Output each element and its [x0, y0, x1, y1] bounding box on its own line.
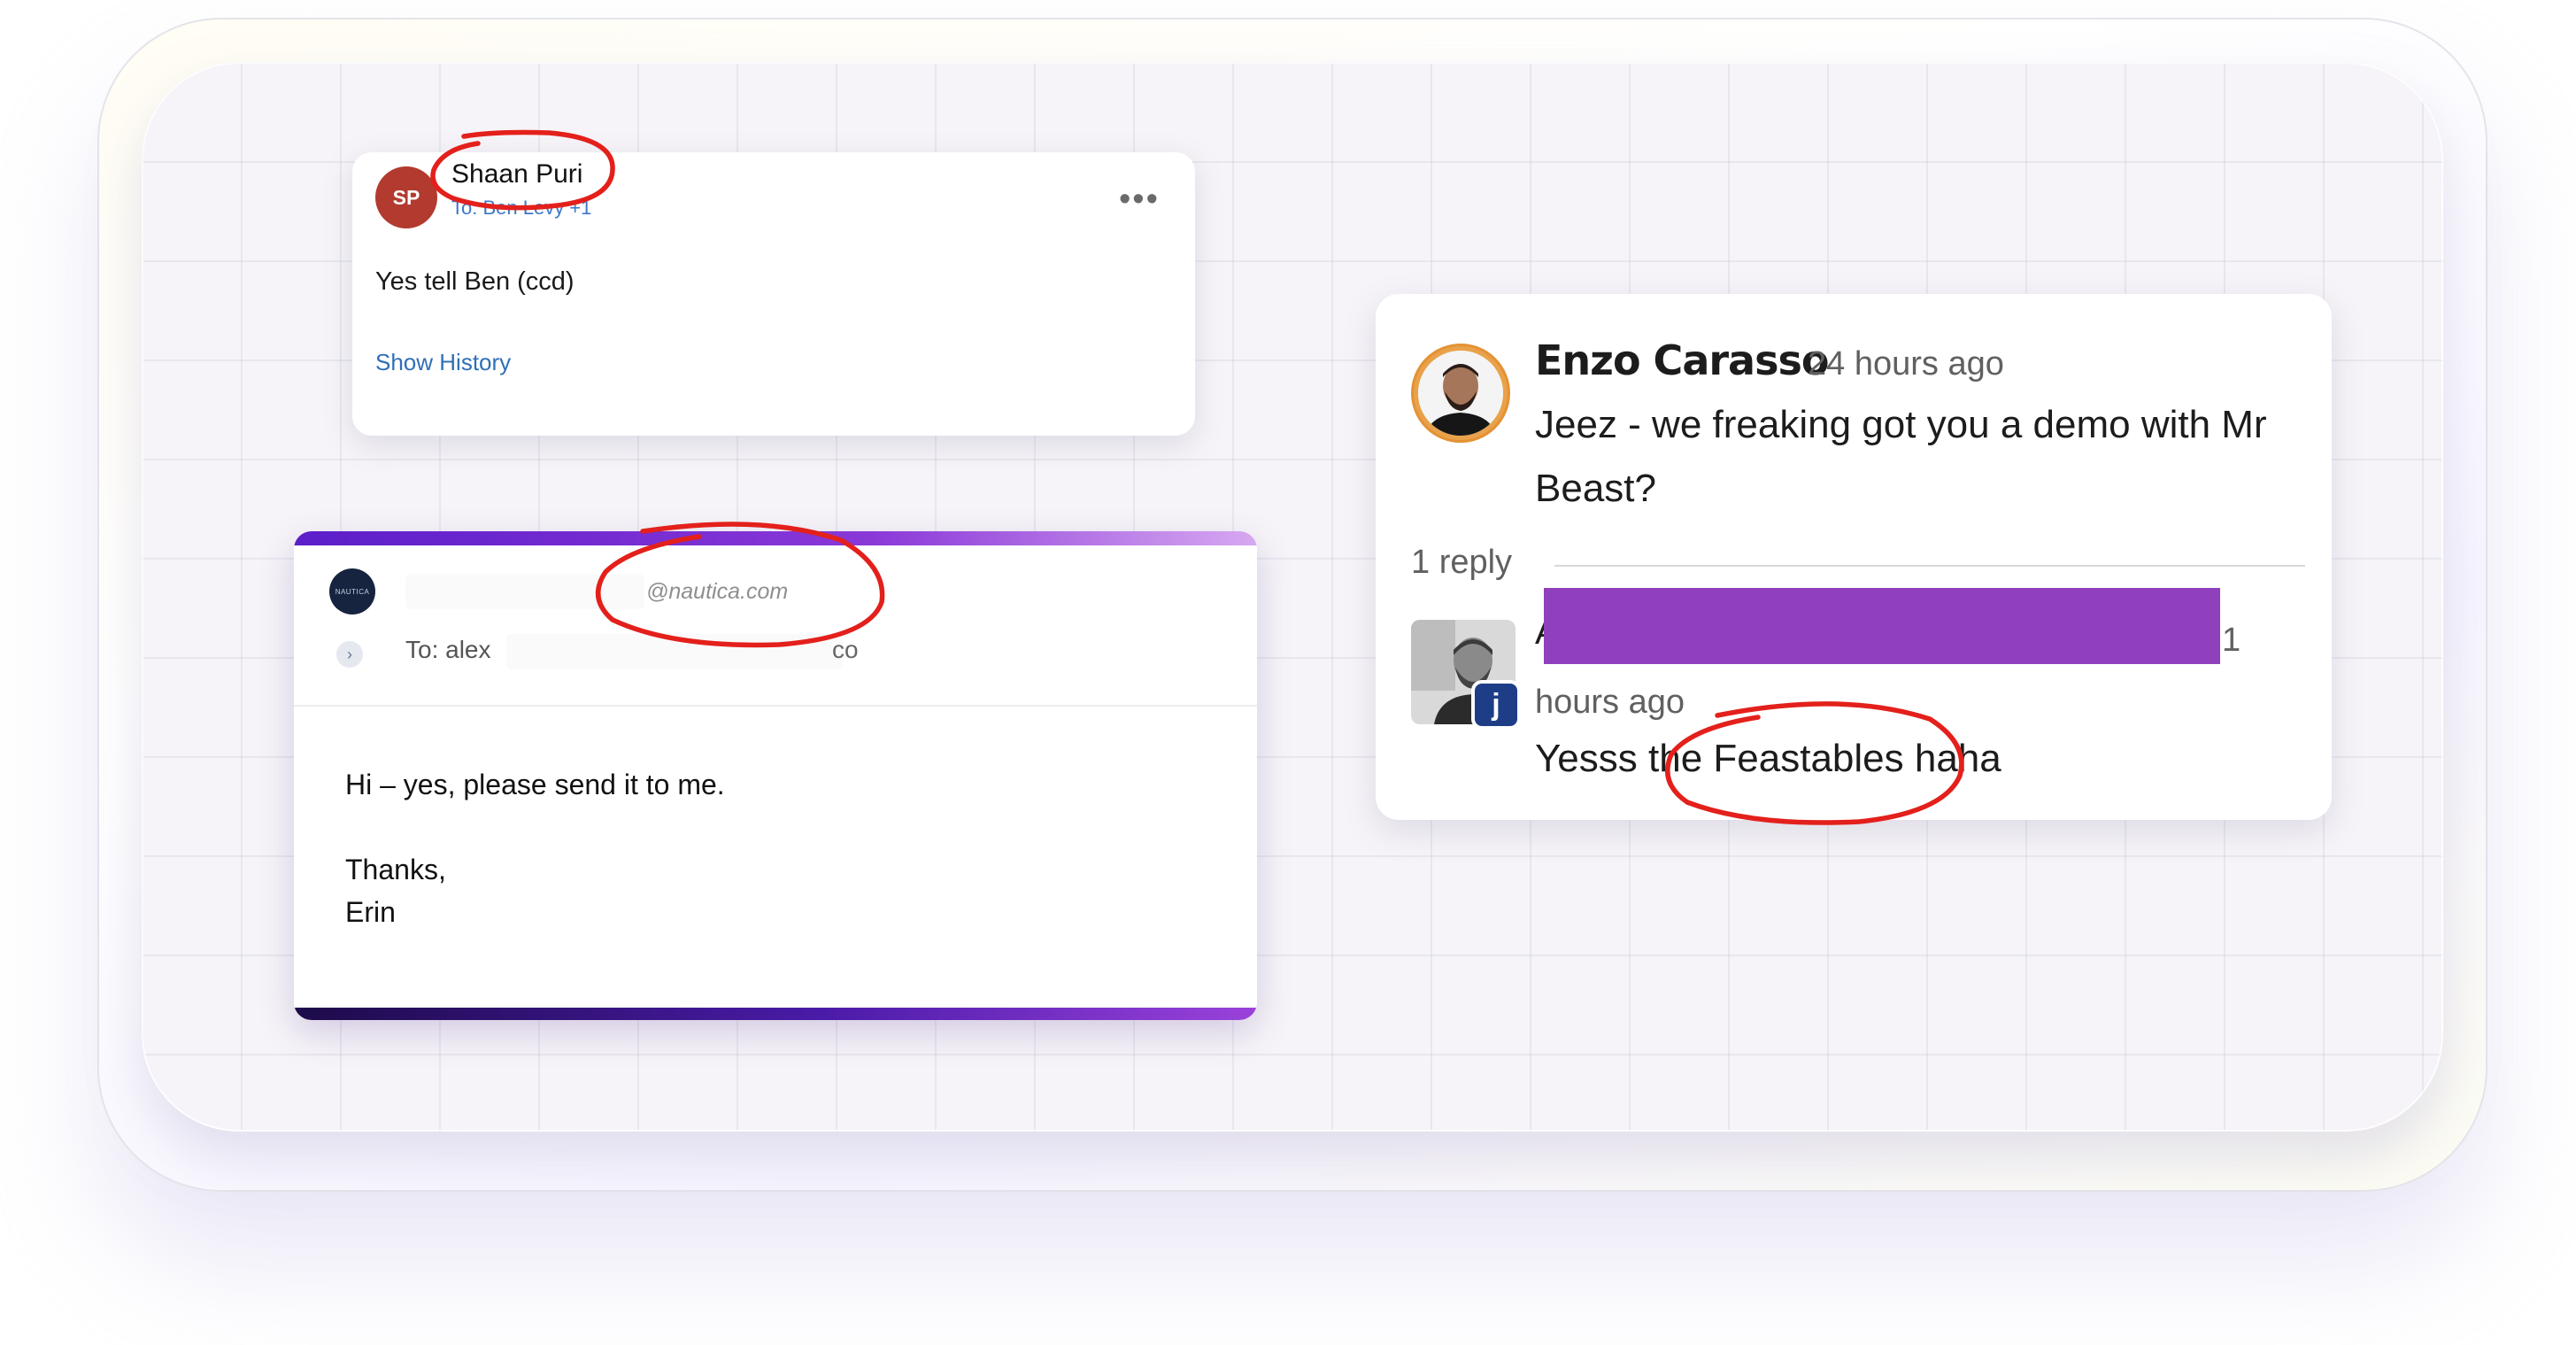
body-line — [345, 806, 725, 848]
recipients-link[interactable]: To: Ben Levy +1 — [451, 197, 591, 220]
show-history-link[interactable]: Show History — [375, 349, 511, 376]
body-line: Erin — [345, 896, 396, 928]
reply-count-link[interactable]: 1 reply — [1411, 544, 1512, 582]
gradient-bottom-bar — [294, 1008, 1257, 1020]
email-body: Yes tell Ben (ccd) — [375, 267, 575, 296]
chat-message-card: Enzo Carasso 24 hours ago Jeez - we frea… — [1376, 294, 2332, 820]
avatar: SP — [375, 166, 437, 228]
gradient-top-bar — [294, 531, 1257, 545]
reply-timestamp[interactable]: hours ago — [1535, 684, 1685, 722]
sender-name: Shaan Puri — [451, 159, 583, 189]
sender-email-domain: @nautica.com — [646, 579, 789, 604]
workspace-badge-icon: j — [1471, 680, 1521, 730]
to-label: To: alex — [405, 636, 491, 663]
redacted-recipient — [506, 634, 843, 669]
body-line: Hi – yes, please send it to me. — [345, 769, 725, 800]
author-name[interactable]: Enzo Carasso — [1535, 336, 1829, 384]
sender-logo: NAUTICA — [329, 568, 375, 615]
email-body: Hi – yes, please send it to me. Thanks, … — [345, 763, 725, 933]
message-timestamp[interactable]: 24 hours ago — [1808, 345, 2004, 383]
header-divider — [294, 705, 1257, 707]
message-text: Jeez - we freaking got you a demo with M… — [1535, 403, 2267, 510]
marketing-stage: SP Shaan Puri To: Ben Levy +1 ••• Yes te… — [0, 0, 2576, 1345]
reply-time-prefix: 1 — [2222, 622, 2241, 659]
body-line: Thanks, — [345, 854, 446, 885]
chevron-right-icon[interactable]: › — [336, 641, 363, 668]
avatar-portrait — [1418, 351, 1503, 436]
email-card-reply: NAUTICA @nautica.com › To: alex co Hi – … — [294, 531, 1257, 1020]
avatar[interactable] — [1411, 344, 1510, 443]
more-horizontal-icon[interactable]: ••• — [1119, 182, 1160, 216]
redacted-sender-name — [405, 574, 644, 609]
redacted-author-name — [1544, 588, 2220, 664]
email-card-shaan: SP Shaan Puri To: Ben Levy +1 ••• Yes te… — [352, 152, 1195, 436]
thread-divider — [1554, 565, 2305, 567]
person-portrait-icon — [1418, 351, 1503, 436]
reply-text: Yesss the Feastables haha — [1535, 737, 2001, 780]
recipient-suffix: co — [832, 636, 859, 663]
